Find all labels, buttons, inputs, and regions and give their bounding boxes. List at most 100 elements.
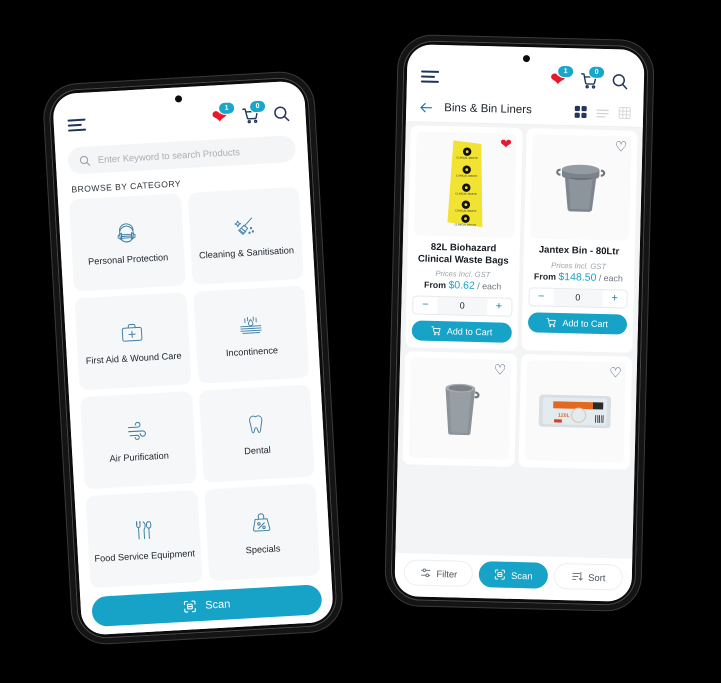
broom-sparkle-icon: [231, 211, 260, 242]
cart-badge: 0: [587, 65, 606, 80]
percent-tag-icon: [248, 508, 276, 539]
category-label: Personal Protection: [87, 252, 169, 267]
view-toggle-group: [574, 105, 631, 119]
product-card[interactable]: ♡ Jantex Bin - 80Ltr Prices Incl. GST Fr…: [520, 128, 638, 353]
product-card[interactable]: CLINICAL WASTE CLINICAL WASTE CLINICAL WA…: [405, 125, 523, 350]
svg-text:CLINICAL WASTE: CLINICAL WASTE: [456, 173, 478, 178]
svg-text:CLINICAL WASTE: CLINICAL WASTE: [455, 191, 477, 196]
category-card-dental[interactable]: Dental: [198, 384, 315, 483]
product-image: ♡: [529, 134, 632, 241]
wishlist-badge: 1: [557, 64, 575, 79]
cart-badge: 0: [248, 99, 267, 114]
add-to-cart-button[interactable]: Add to Cart: [527, 311, 628, 335]
quantity-value[interactable]: 0: [552, 288, 603, 307]
category-card-cleaning-sanitisation[interactable]: Cleaning & Sanitisation: [187, 186, 304, 285]
category-label: Dental: [243, 445, 272, 457]
category-card-air-purification[interactable]: Air Purification: [80, 391, 197, 490]
category-card-personal-protection[interactable]: Personal Protection: [68, 193, 186, 292]
favourite-icon[interactable]: ♡: [615, 138, 628, 154]
grid-2x2-view-icon[interactable]: [574, 105, 587, 118]
quantity-decrement-button[interactable]: −: [413, 297, 438, 313]
search-placeholder: Enter Keyword to search Products: [97, 146, 241, 165]
filter-sliders-icon: [420, 568, 430, 578]
quantity-increment-button[interactable]: +: [602, 290, 627, 307]
tooth-icon: [242, 409, 270, 440]
price-unit: / each: [598, 272, 623, 284]
sort-label: Sort: [588, 571, 606, 583]
bottom-toolbar: Filter Scan Sort: [394, 553, 633, 602]
svg-text:CLINICAL WASTE: CLINICAL WASTE: [455, 208, 477, 213]
category-label: Incontinence: [225, 345, 279, 359]
product-card[interactable]: 120L ♡: [517, 354, 633, 470]
category-card-food-service-equipment[interactable]: Food Service Equipment: [85, 489, 203, 589]
wishlist-button[interactable]: ❤ 1: [548, 64, 575, 91]
category-card-incontinence[interactable]: Incontinence: [192, 285, 310, 384]
air-flow-icon: [123, 416, 153, 448]
phone-right-device: ❤ 1 0 Bins & Bin Liners CLINICAL WASTE C…: [385, 34, 654, 612]
hamburger-menu-icon[interactable]: [420, 70, 440, 84]
product-name: 82L Biohazard Clinical Waste Bags: [417, 241, 509, 267]
page-title: Bins & Bin Liners: [444, 102, 532, 117]
list-view-icon[interactable]: [596, 105, 609, 118]
search-icon: [274, 106, 290, 122]
arrow-left-icon[interactable]: [418, 100, 434, 114]
favourite-icon[interactable]: ❤: [500, 135, 512, 151]
price-amount: $148.50: [558, 270, 597, 284]
category-label: Specials: [245, 543, 281, 556]
product-name: Jantex Bin - 80Ltr: [538, 244, 620, 258]
right-app-header: ❤ 1 0: [406, 44, 645, 100]
category-label: Cleaning & Sanitisation: [198, 245, 295, 261]
phone-left-screen: ❤ 1 0 Enter Keyword to search Products B…: [52, 80, 334, 636]
wishlist-badge: 1: [217, 101, 236, 116]
product-card[interactable]: ♡: [402, 351, 517, 467]
category-grid: Personal Protection Cleaning & Sanitisat…: [57, 186, 332, 589]
cutlery-icon: [129, 515, 157, 546]
grey-round-bin-image: [445, 383, 480, 436]
category-label: First Aid & Wound Care: [85, 350, 182, 367]
favourite-icon[interactable]: ♡: [494, 361, 507, 377]
svg-text:CLINICAL WASTE: CLINICAL WASTE: [454, 222, 476, 227]
filter-button[interactable]: Filter: [403, 559, 474, 587]
quantity-increment-button[interactable]: +: [486, 299, 512, 315]
quantity-stepper[interactable]: − 0 +: [527, 286, 628, 309]
wishlist-button[interactable]: ❤ 1: [209, 101, 236, 128]
product-image: ♡: [408, 357, 511, 460]
price-prefix: From: [533, 270, 557, 282]
search-button[interactable]: [610, 71, 630, 91]
add-to-cart-label: Add to Cart: [446, 326, 493, 338]
scan-label: Scan: [511, 569, 533, 581]
svg-text:120L: 120L: [558, 413, 570, 419]
add-to-cart-button[interactable]: Add to Cart: [411, 320, 512, 343]
filter-label: Filter: [436, 567, 458, 580]
scan-button[interactable]: Scan: [478, 561, 549, 589]
quantity-decrement-button[interactable]: −: [528, 288, 554, 305]
scan-button[interactable]: Scan: [91, 584, 323, 628]
svg-text:CLINICAL WASTE: CLINICAL WASTE: [456, 155, 478, 160]
phone-left-device: ❤ 1 0 Enter Keyword to search Products B…: [42, 70, 344, 646]
search-input[interactable]: Enter Keyword to search Products: [67, 134, 297, 175]
product-grid[interactable]: CLINICAL WASTE CLINICAL WASTE CLINICAL WA…: [395, 122, 643, 559]
favourite-icon[interactable]: ♡: [609, 364, 622, 380]
cart-button[interactable]: 0: [579, 65, 606, 90]
screenshot-stage: ❤ 1 0 Enter Keyword to search Products B…: [0, 0, 721, 683]
hamburger-menu-icon[interactable]: [67, 118, 87, 132]
right-header-icons: ❤ 1 0: [548, 64, 630, 92]
quantity-value[interactable]: 0: [437, 296, 488, 316]
cart-icon: [431, 326, 441, 336]
yellow-biohazard-waste-bag-roll-image: CLINICAL WASTE CLINICAL WASTE CLINICAL WA…: [447, 140, 483, 228]
category-card-specials[interactable]: Specials: [203, 483, 321, 582]
category-label: Air Purification: [109, 450, 170, 465]
search-icon: [79, 155, 91, 166]
category-card-first-aid-wound-care[interactable]: First Aid & Wound Care: [74, 292, 191, 391]
sort-button[interactable]: Sort: [553, 562, 624, 591]
price-unit: / each: [477, 280, 502, 292]
quantity-stepper[interactable]: − 0 +: [412, 295, 513, 317]
packaged-bin-liners-120l-image: 120L: [538, 394, 612, 429]
cart-button[interactable]: 0: [240, 99, 267, 126]
product-price: From $0.62 / each: [413, 278, 513, 292]
grid-3x3-view-icon[interactable]: [618, 106, 631, 119]
cart-icon: [547, 317, 557, 327]
category-label: Food Service Equipment: [94, 548, 196, 565]
search-button[interactable]: [271, 103, 292, 124]
grey-plastic-bin-with-lid-image: [556, 164, 606, 212]
